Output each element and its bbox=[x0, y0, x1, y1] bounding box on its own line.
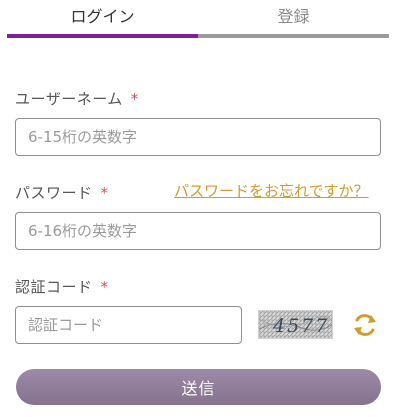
username-label: ユーザーネーム * bbox=[15, 88, 139, 109]
captcha-required-mark: * bbox=[100, 278, 109, 296]
forgot-password-link[interactable]: パスワードをお忘れですか？ bbox=[174, 180, 369, 201]
captcha-image-graphic: 4577 bbox=[259, 311, 332, 338]
refresh-captcha-button[interactable] bbox=[351, 311, 379, 339]
tab-register[interactable]: 登録 bbox=[198, 0, 389, 38]
username-input[interactable] bbox=[15, 118, 381, 156]
tab-register-label: 登録 bbox=[277, 7, 310, 26]
captcha-image: 4577 bbox=[258, 310, 333, 339]
tab-register-indicator bbox=[198, 34, 389, 38]
password-label: パスワード * bbox=[15, 182, 109, 203]
username-required-mark: * bbox=[130, 90, 139, 108]
username-label-text: ユーザーネーム bbox=[15, 90, 123, 108]
refresh-icon bbox=[354, 314, 376, 336]
password-required-mark: * bbox=[100, 184, 109, 202]
tab-login-label: ログイン bbox=[70, 7, 135, 26]
captcha-input[interactable] bbox=[15, 306, 242, 344]
tab-login-indicator bbox=[7, 34, 198, 38]
captcha-label: 認証コード * bbox=[15, 276, 109, 297]
tab-login[interactable]: ログイン bbox=[7, 0, 198, 38]
submit-button[interactable]: 送信 bbox=[16, 369, 381, 405]
password-input[interactable] bbox=[15, 212, 381, 250]
captcha-label-text: 認証コード bbox=[15, 278, 93, 296]
captcha-image-text: 4577 bbox=[272, 315, 329, 337]
password-label-text: パスワード bbox=[15, 184, 93, 202]
auth-tabs: ログイン 登録 bbox=[7, 0, 389, 38]
